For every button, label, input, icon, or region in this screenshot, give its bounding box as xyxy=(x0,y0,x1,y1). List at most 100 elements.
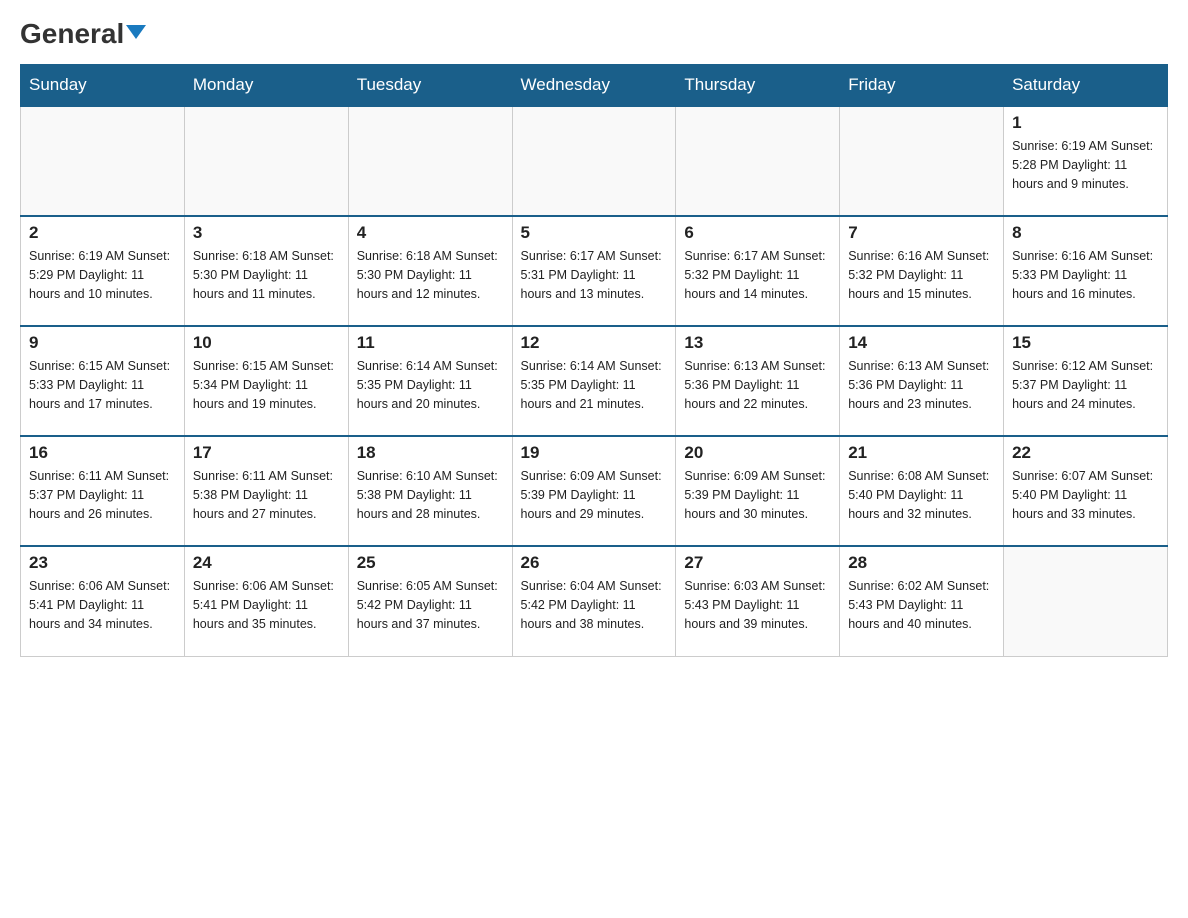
day-info: Sunrise: 6:14 AM Sunset: 5:35 PM Dayligh… xyxy=(357,357,504,413)
week-row-1: 1 Sunrise: 6:19 AM Sunset: 5:28 PM Daylig… xyxy=(21,106,1168,216)
day-cell: 6 Sunrise: 6:17 AM Sunset: 5:32 PM Daylig… xyxy=(676,216,840,326)
column-header-thursday: Thursday xyxy=(676,65,840,107)
day-info: Sunrise: 6:17 AM Sunset: 5:31 PM Dayligh… xyxy=(521,247,668,303)
day-number: 27 xyxy=(684,553,831,573)
day-number: 14 xyxy=(848,333,995,353)
day-info: Sunrise: 6:03 AM Sunset: 5:43 PM Dayligh… xyxy=(684,577,831,633)
day-number: 7 xyxy=(848,223,995,243)
day-cell: 18 Sunrise: 6:10 AM Sunset: 5:38 PM Dayli… xyxy=(348,436,512,546)
day-number: 17 xyxy=(193,443,340,463)
day-cell xyxy=(21,106,185,216)
day-number: 2 xyxy=(29,223,176,243)
day-cell: 7 Sunrise: 6:16 AM Sunset: 5:32 PM Daylig… xyxy=(840,216,1004,326)
day-cell: 20 Sunrise: 6:09 AM Sunset: 5:39 PM Dayli… xyxy=(676,436,840,546)
day-cell: 9 Sunrise: 6:15 AM Sunset: 5:33 PM Daylig… xyxy=(21,326,185,436)
day-cell: 3 Sunrise: 6:18 AM Sunset: 5:30 PM Daylig… xyxy=(184,216,348,326)
day-cell: 24 Sunrise: 6:06 AM Sunset: 5:41 PM Dayli… xyxy=(184,546,348,656)
day-number: 5 xyxy=(521,223,668,243)
day-number: 25 xyxy=(357,553,504,573)
day-info: Sunrise: 6:13 AM Sunset: 5:36 PM Dayligh… xyxy=(848,357,995,413)
logo-text: General xyxy=(20,20,146,48)
week-row-3: 9 Sunrise: 6:15 AM Sunset: 5:33 PM Daylig… xyxy=(21,326,1168,436)
day-info: Sunrise: 6:13 AM Sunset: 5:36 PM Dayligh… xyxy=(684,357,831,413)
day-info: Sunrise: 6:09 AM Sunset: 5:39 PM Dayligh… xyxy=(521,467,668,523)
day-number: 28 xyxy=(848,553,995,573)
week-row-4: 16 Sunrise: 6:11 AM Sunset: 5:37 PM Dayli… xyxy=(21,436,1168,546)
page-header: General xyxy=(20,20,1168,48)
day-info: Sunrise: 6:16 AM Sunset: 5:33 PM Dayligh… xyxy=(1012,247,1159,303)
day-number: 3 xyxy=(193,223,340,243)
day-cell: 8 Sunrise: 6:16 AM Sunset: 5:33 PM Daylig… xyxy=(1004,216,1168,326)
column-header-tuesday: Tuesday xyxy=(348,65,512,107)
day-cell: 14 Sunrise: 6:13 AM Sunset: 5:36 PM Dayli… xyxy=(840,326,1004,436)
day-cell xyxy=(512,106,676,216)
day-number: 23 xyxy=(29,553,176,573)
day-info: Sunrise: 6:19 AM Sunset: 5:29 PM Dayligh… xyxy=(29,247,176,303)
day-info: Sunrise: 6:05 AM Sunset: 5:42 PM Dayligh… xyxy=(357,577,504,633)
week-row-5: 23 Sunrise: 6:06 AM Sunset: 5:41 PM Dayli… xyxy=(21,546,1168,656)
day-info: Sunrise: 6:10 AM Sunset: 5:38 PM Dayligh… xyxy=(357,467,504,523)
day-number: 18 xyxy=(357,443,504,463)
day-number: 16 xyxy=(29,443,176,463)
day-info: Sunrise: 6:11 AM Sunset: 5:37 PM Dayligh… xyxy=(29,467,176,523)
day-number: 4 xyxy=(357,223,504,243)
day-cell: 5 Sunrise: 6:17 AM Sunset: 5:31 PM Daylig… xyxy=(512,216,676,326)
day-cell: 21 Sunrise: 6:08 AM Sunset: 5:40 PM Dayli… xyxy=(840,436,1004,546)
day-number: 12 xyxy=(521,333,668,353)
day-info: Sunrise: 6:14 AM Sunset: 5:35 PM Dayligh… xyxy=(521,357,668,413)
day-number: 15 xyxy=(1012,333,1159,353)
day-number: 6 xyxy=(684,223,831,243)
day-info: Sunrise: 6:08 AM Sunset: 5:40 PM Dayligh… xyxy=(848,467,995,523)
day-info: Sunrise: 6:12 AM Sunset: 5:37 PM Dayligh… xyxy=(1012,357,1159,413)
calendar-table: SundayMondayTuesdayWednesdayThursdayFrid… xyxy=(20,64,1168,657)
week-row-2: 2 Sunrise: 6:19 AM Sunset: 5:29 PM Daylig… xyxy=(21,216,1168,326)
column-header-saturday: Saturday xyxy=(1004,65,1168,107)
day-number: 8 xyxy=(1012,223,1159,243)
day-cell: 11Sunrise: 6:14 AM Sunset: 5:35 PM Dayli… xyxy=(348,326,512,436)
column-header-sunday: Sunday xyxy=(21,65,185,107)
day-cell: 17Sunrise: 6:11 AM Sunset: 5:38 PM Dayli… xyxy=(184,436,348,546)
day-cell: 2 Sunrise: 6:19 AM Sunset: 5:29 PM Daylig… xyxy=(21,216,185,326)
day-number: 1 xyxy=(1012,113,1159,133)
day-cell xyxy=(676,106,840,216)
day-info: Sunrise: 6:19 AM Sunset: 5:28 PM Dayligh… xyxy=(1012,137,1159,193)
day-info: Sunrise: 6:17 AM Sunset: 5:32 PM Dayligh… xyxy=(684,247,831,303)
day-info: Sunrise: 6:18 AM Sunset: 5:30 PM Dayligh… xyxy=(357,247,504,303)
day-info: Sunrise: 6:06 AM Sunset: 5:41 PM Dayligh… xyxy=(29,577,176,633)
day-cell: 4 Sunrise: 6:18 AM Sunset: 5:30 PM Daylig… xyxy=(348,216,512,326)
day-cell: 10 Sunrise: 6:15 AM Sunset: 5:34 PM Dayli… xyxy=(184,326,348,436)
logo: General xyxy=(20,20,146,48)
day-number: 20 xyxy=(684,443,831,463)
day-cell: 19 Sunrise: 6:09 AM Sunset: 5:39 PM Dayli… xyxy=(512,436,676,546)
day-number: 19 xyxy=(521,443,668,463)
day-cell: 28Sunrise: 6:02 AM Sunset: 5:43 PM Dayli… xyxy=(840,546,1004,656)
calendar-header-row: SundayMondayTuesdayWednesdayThursdayFrid… xyxy=(21,65,1168,107)
day-info: Sunrise: 6:06 AM Sunset: 5:41 PM Dayligh… xyxy=(193,577,340,633)
column-header-wednesday: Wednesday xyxy=(512,65,676,107)
day-number: 24 xyxy=(193,553,340,573)
logo-arrow-icon xyxy=(126,25,146,39)
day-info: Sunrise: 6:16 AM Sunset: 5:32 PM Dayligh… xyxy=(848,247,995,303)
day-info: Sunrise: 6:15 AM Sunset: 5:34 PM Dayligh… xyxy=(193,357,340,413)
day-info: Sunrise: 6:04 AM Sunset: 5:42 PM Dayligh… xyxy=(521,577,668,633)
day-cell: 1 Sunrise: 6:19 AM Sunset: 5:28 PM Daylig… xyxy=(1004,106,1168,216)
day-number: 10 xyxy=(193,333,340,353)
column-header-friday: Friday xyxy=(840,65,1004,107)
day-cell xyxy=(348,106,512,216)
day-info: Sunrise: 6:15 AM Sunset: 5:33 PM Dayligh… xyxy=(29,357,176,413)
logo-general: General xyxy=(20,18,124,49)
day-number: 21 xyxy=(848,443,995,463)
day-number: 22 xyxy=(1012,443,1159,463)
day-cell xyxy=(184,106,348,216)
day-info: Sunrise: 6:09 AM Sunset: 5:39 PM Dayligh… xyxy=(684,467,831,523)
day-number: 26 xyxy=(521,553,668,573)
day-cell: 25 Sunrise: 6:05 AM Sunset: 5:42 PM Dayli… xyxy=(348,546,512,656)
day-cell: 12 Sunrise: 6:14 AM Sunset: 5:35 PM Dayli… xyxy=(512,326,676,436)
column-header-monday: Monday xyxy=(184,65,348,107)
day-info: Sunrise: 6:18 AM Sunset: 5:30 PM Dayligh… xyxy=(193,247,340,303)
day-cell: 15 Sunrise: 6:12 AM Sunset: 5:37 PM Dayli… xyxy=(1004,326,1168,436)
day-info: Sunrise: 6:07 AM Sunset: 5:40 PM Dayligh… xyxy=(1012,467,1159,523)
day-number: 9 xyxy=(29,333,176,353)
day-cell xyxy=(840,106,1004,216)
day-cell: 16 Sunrise: 6:11 AM Sunset: 5:37 PM Dayli… xyxy=(21,436,185,546)
